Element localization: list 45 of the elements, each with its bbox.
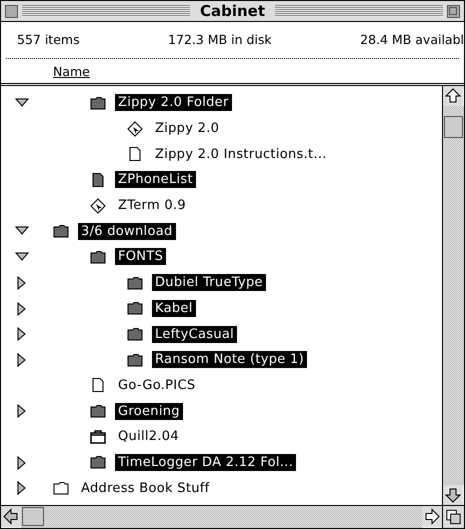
file-name[interactable]: Dubiel TrueType [152, 274, 266, 292]
folder-icon[interactable] [89, 454, 107, 470]
file-name[interactable]: Zippy 2.0 Instructions.t... [152, 146, 330, 163]
application-icon[interactable] [89, 198, 107, 214]
file-name[interactable]: Quill2.04 [115, 428, 182, 446]
folder-icon[interactable] [126, 274, 144, 291]
folder-icon[interactable] [52, 223, 70, 240]
file-name[interactable]: Kabel [152, 300, 196, 317]
window-title: Cabinet [198, 2, 266, 20]
box-icon[interactable] [89, 428, 107, 445]
resize-icon[interactable] [442, 506, 464, 528]
file-name[interactable]: ZTerm 0.9 [115, 197, 189, 214]
file-name[interactable]: Go-Go.PICS [115, 376, 198, 394]
file-name[interactable]: FONTS [115, 248, 166, 266]
folder-icon[interactable] [126, 352, 144, 368]
file-name[interactable]: Address Book Stuff [78, 480, 213, 497]
folder-icon[interactable] [89, 94, 107, 111]
available-space: 28.4 MB availabl [360, 32, 464, 49]
file-name[interactable]: ZPhoneList [115, 171, 196, 188]
file-name[interactable]: Ransom Note (type 1) [152, 351, 307, 368]
application-icon[interactable] [126, 120, 144, 137]
file-name[interactable]: Groening [115, 402, 183, 420]
file-name[interactable]: Zippy 2.0 Folder [115, 94, 232, 112]
scroll-left-icon[interactable] [1, 506, 21, 527]
scroll-thumb[interactable] [22, 507, 44, 526]
folder-icon[interactable] [52, 480, 70, 496]
scroll-thumb[interactable] [444, 116, 463, 138]
file-name[interactable]: 3/6 download [78, 222, 176, 240]
disk-usage: 172.3 MB in disk [168, 32, 272, 49]
file-name[interactable]: TimeLogger DA 2.12 Fol... [115, 454, 296, 471]
vertical-scrollbar[interactable] [442, 86, 464, 505]
scroll-up-icon[interactable] [443, 86, 463, 106]
folder-icon[interactable] [89, 248, 107, 265]
file-name[interactable]: LeftyCasual [152, 326, 238, 343]
file-name[interactable]: Zippy 2.0 [152, 120, 222, 138]
folder-icon[interactable] [126, 300, 144, 316]
item-count: 557 items [17, 32, 80, 49]
horizontal-scrollbar[interactable] [1, 506, 442, 528]
folder-icon[interactable] [126, 326, 144, 342]
scroll-down-icon[interactable] [443, 485, 463, 505]
column-header[interactable]: Name [53, 64, 90, 78]
zoom-box[interactable] [447, 4, 460, 18]
scroll-right-icon[interactable] [422, 506, 442, 527]
folder-icon[interactable] [89, 403, 107, 420]
close-box[interactable] [5, 4, 18, 18]
